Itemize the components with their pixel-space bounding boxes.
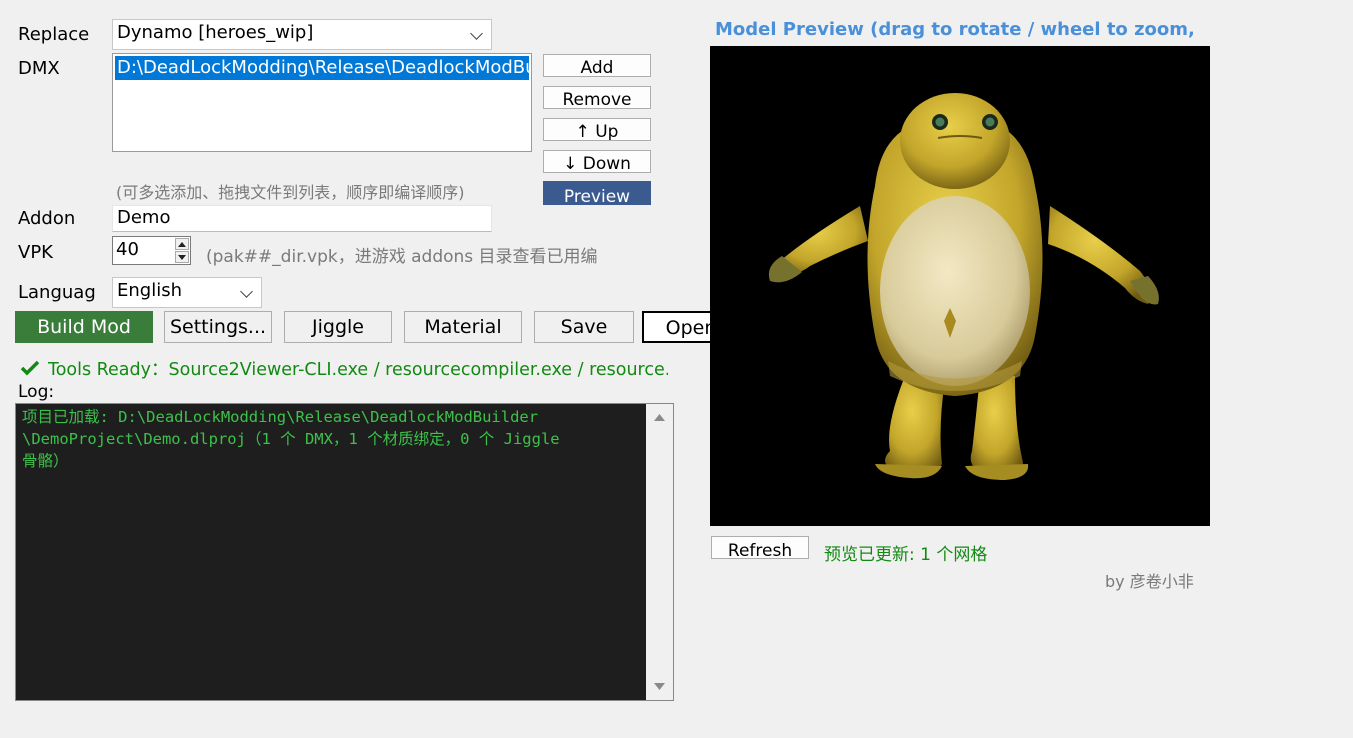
model-preview-viewport[interactable] xyxy=(710,46,1210,526)
language-dropdown[interactable]: English xyxy=(112,277,262,308)
refresh-button[interactable]: Refresh xyxy=(711,536,809,559)
remove-button[interactable]: Remove xyxy=(543,86,651,109)
move-up-button[interactable]: ↑ Up xyxy=(543,118,651,141)
vpk-label: VPK xyxy=(18,242,53,263)
preview-title: Model Preview (drag to rotate / wheel to… xyxy=(715,19,1195,40)
model-render xyxy=(768,93,1159,480)
tools-status: Tools Ready：Source2Viewer-CLI.exe / reso… xyxy=(48,360,668,380)
addon-input[interactable]: Demo xyxy=(112,205,492,232)
scroll-up-icon[interactable] xyxy=(653,412,666,422)
log-line: 骨骼） xyxy=(22,452,69,470)
replace-label: Replace xyxy=(18,24,90,45)
dmx-listbox[interactable]: D:\DeadLockModding\Release\DeadlockModBu xyxy=(112,53,532,152)
caret-down-icon xyxy=(178,255,186,260)
language-value: English xyxy=(117,280,182,301)
check-icon xyxy=(20,360,40,376)
settings-button[interactable]: Settings... xyxy=(164,311,272,343)
caret-up-icon xyxy=(178,242,186,247)
preview-button[interactable]: Preview xyxy=(543,181,651,205)
dmx-list-item[interactable]: D:\DeadLockModding\Release\DeadlockModBu xyxy=(115,56,529,80)
credit-text: by 彦卷小非 xyxy=(1105,572,1194,591)
language-label: Languag xyxy=(18,282,96,303)
log-scrollbar[interactable] xyxy=(646,404,673,700)
dmx-label: DMX xyxy=(18,58,60,79)
save-button[interactable]: Save xyxy=(534,311,634,343)
log-line: \DemoProject\Demo.dlproj（1 个 DMX，1 个材质绑定… xyxy=(22,430,560,448)
dmx-hint: (可多选添加、拖拽文件到列表，顺序即编译顺序) xyxy=(116,183,465,202)
log-panel[interactable]: 项目已加载: D:\DeadLockModding\Release\Deadlo… xyxy=(15,403,674,701)
vpk-value: 40 xyxy=(116,239,139,260)
jiggle-button[interactable]: Jiggle xyxy=(284,311,392,343)
vpk-hint: (pak##_dir.vpk，进游戏 addons 目录查看已用编 xyxy=(206,247,598,267)
log-line: 项目已加载: D:\DeadLockModding\Release\Deadlo… xyxy=(22,408,539,426)
vpk-spinner[interactable]: 40 xyxy=(112,236,191,265)
scroll-down-icon[interactable] xyxy=(653,682,666,692)
replace-value: Dynamo [heroes_wip] xyxy=(117,22,314,43)
log-label: Log: xyxy=(18,382,55,402)
build-mod-button[interactable]: Build Mod xyxy=(15,311,153,343)
addon-label: Addon xyxy=(18,208,76,229)
chevron-down-icon xyxy=(240,285,253,298)
chevron-down-icon xyxy=(470,27,483,40)
preview-status: 预览已更新: 1 个网格 xyxy=(824,545,988,565)
material-button[interactable]: Material xyxy=(404,311,522,343)
spin-up-button[interactable] xyxy=(175,238,189,250)
move-down-button[interactable]: ↓ Down xyxy=(543,150,651,173)
spin-down-button[interactable] xyxy=(175,251,189,263)
add-button[interactable]: Add xyxy=(543,54,651,77)
replace-dropdown[interactable]: Dynamo [heroes_wip] xyxy=(112,19,492,50)
